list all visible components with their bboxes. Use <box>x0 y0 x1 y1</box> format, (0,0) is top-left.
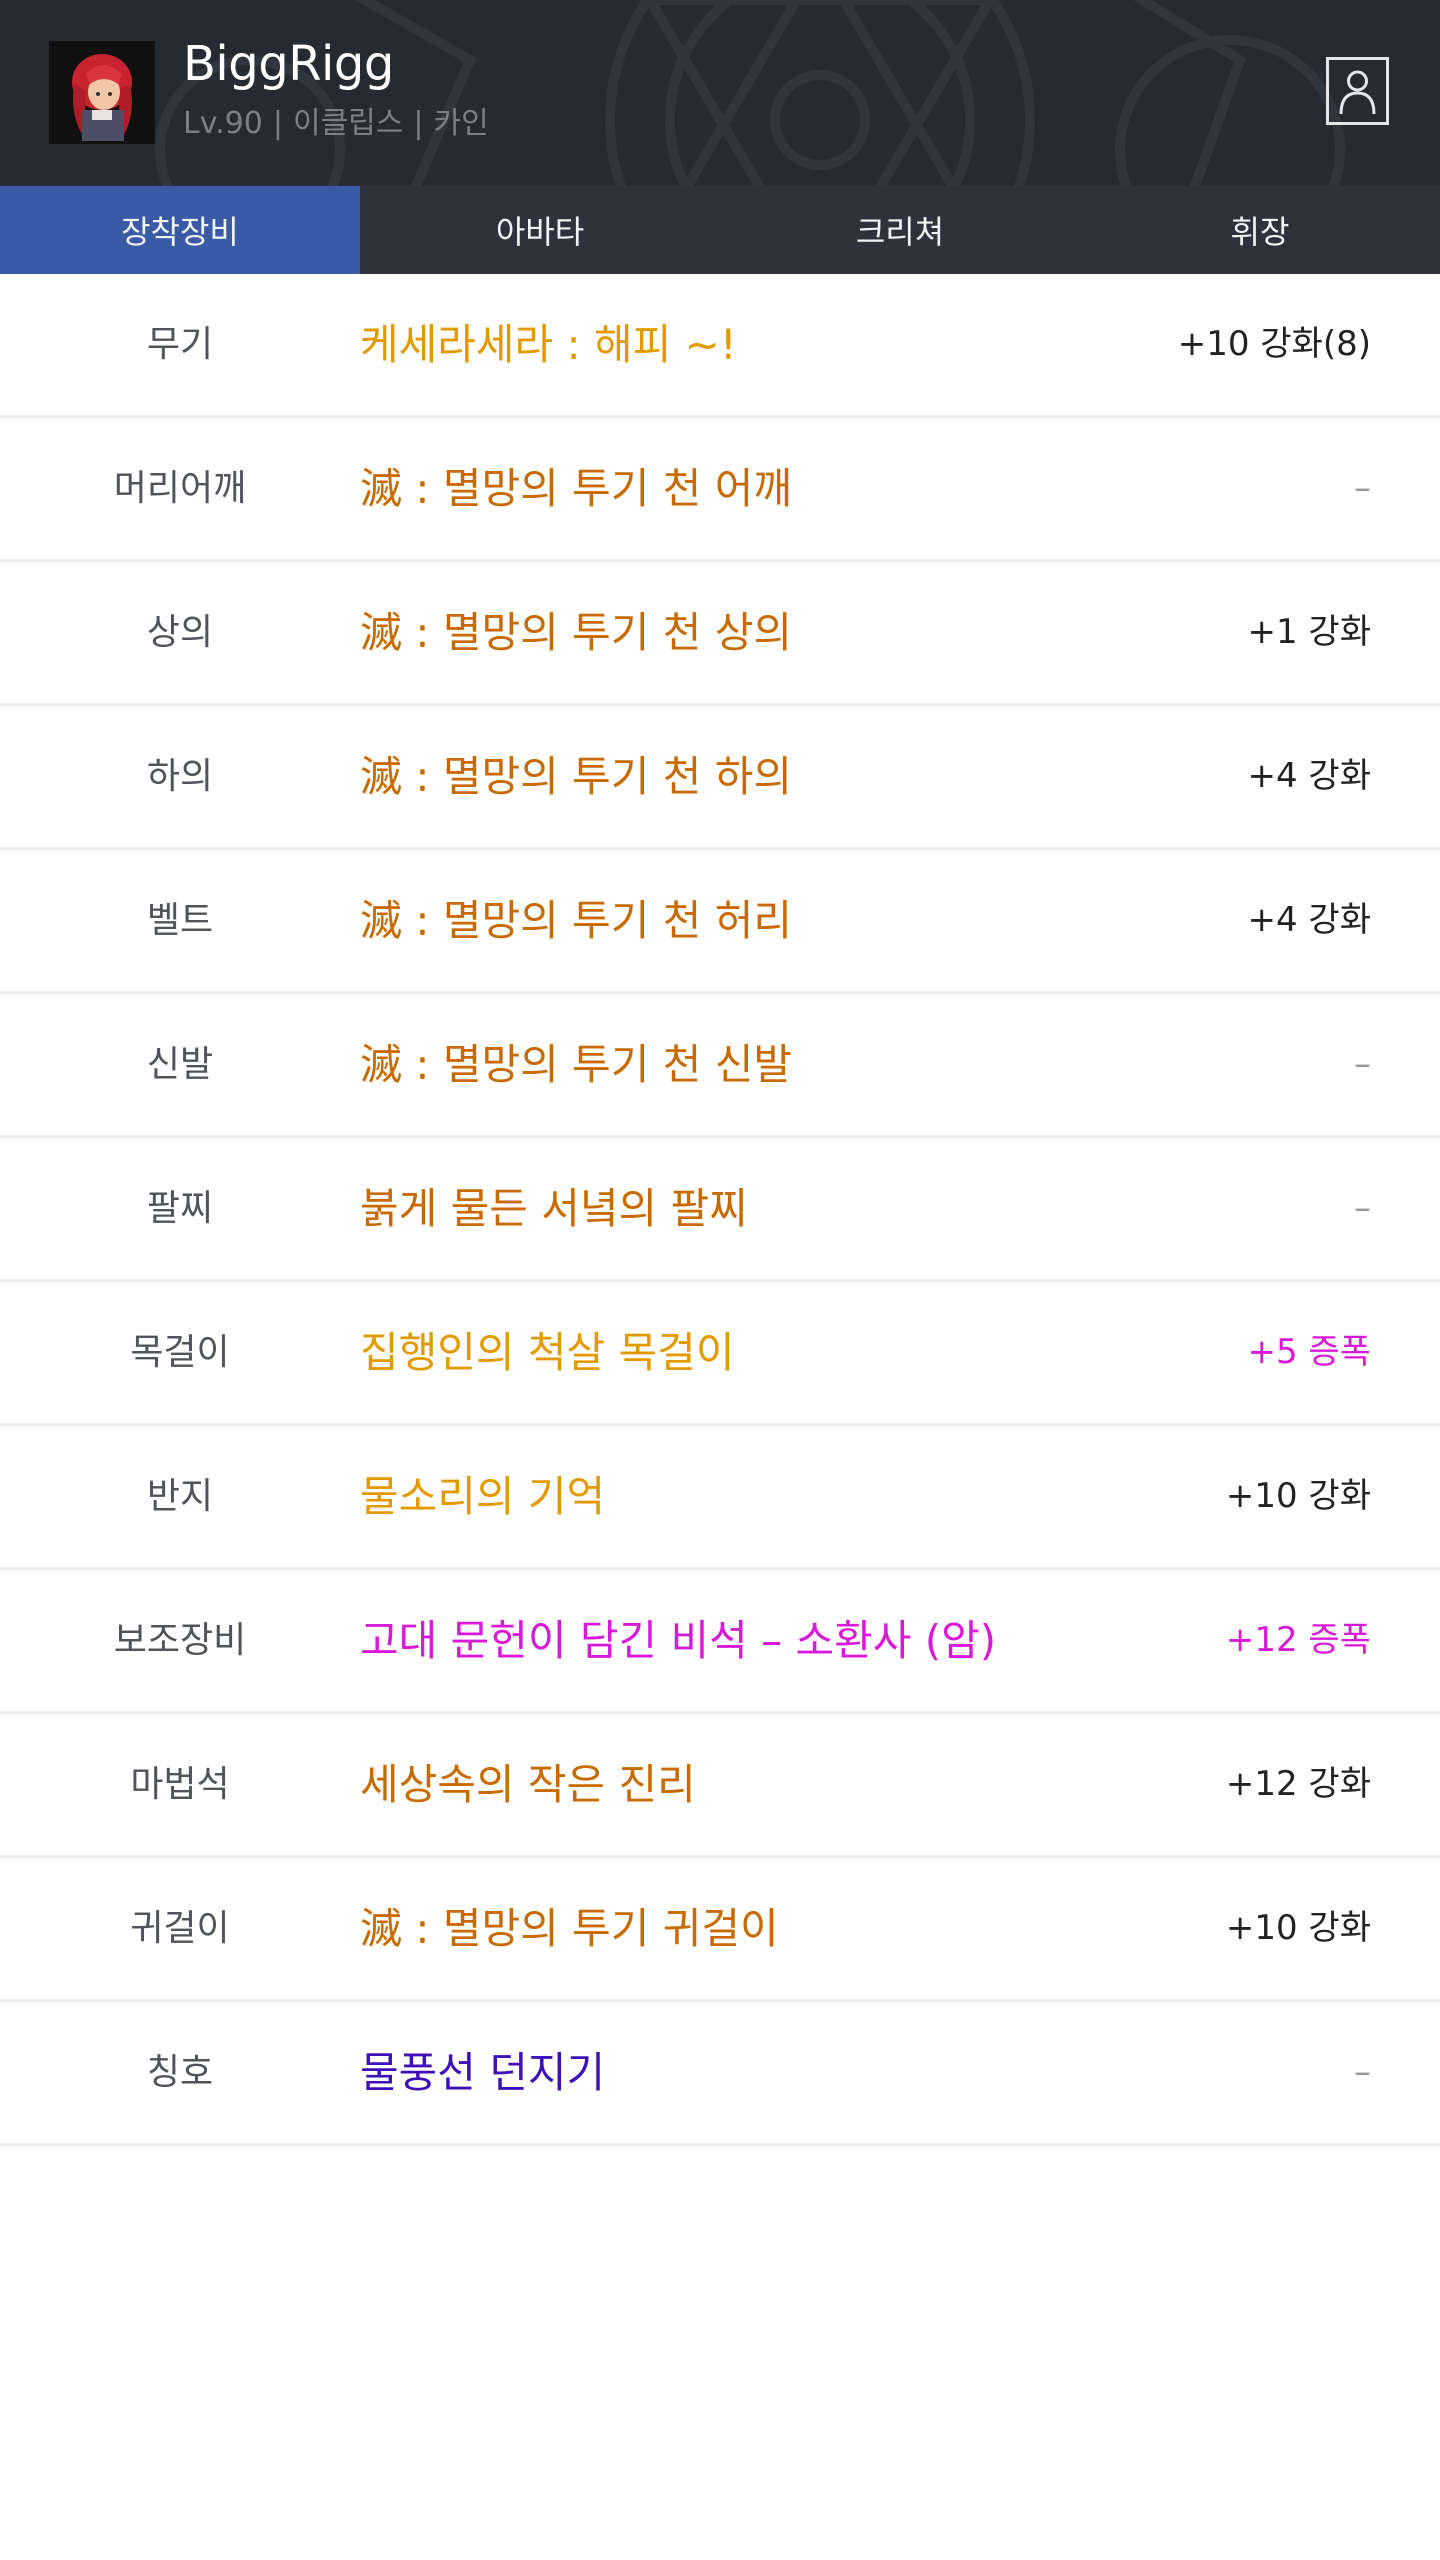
item-name[interactable]: 집행인의 척살 목걸이 <box>360 1282 734 1423</box>
item-name[interactable]: 滅 : 멸망의 투기 천 상의 <box>360 562 792 703</box>
enhancement-value: +4 강화 <box>1247 756 1372 796</box>
info-separator: | <box>413 106 424 141</box>
slot-label: 상의 <box>146 612 214 653</box>
slot-label: 벨트 <box>146 900 214 941</box>
enhancement-value: +10 강화 <box>1225 1476 1371 1516</box>
slot-label: 귀걸이 <box>130 1908 230 1949</box>
info-separator: | <box>272 106 283 141</box>
character-header: BiggRigg Lv.90 | 이클립스 | 카인 <box>0 0 1440 186</box>
item-name[interactable]: 물풍선 던지기 <box>360 2002 605 2143</box>
profile-button[interactable] <box>1326 57 1389 125</box>
slot-label: 반지 <box>146 1476 214 1517</box>
item-name[interactable]: 滅 : 멸망의 투기 천 허리 <box>360 850 792 991</box>
item-name[interactable]: 滅 : 멸망의 투기 귀걸이 <box>360 1858 779 1999</box>
slot-label: 보조장비 <box>113 1620 247 1661</box>
equipment-row-shoes[interactable]: 신발 滅 : 멸망의 투기 천 신발 – <box>0 994 1440 1138</box>
equipment-row-earring[interactable]: 귀걸이 滅 : 멸망의 투기 귀걸이 +10 강화 <box>0 1858 1440 2002</box>
enhancement-value: – <box>1354 468 1371 508</box>
enhancement-value: +4 강화 <box>1247 900 1372 940</box>
slot-label: 머리어깨 <box>113 468 247 509</box>
enhancement-value: +1 강화 <box>1247 612 1372 652</box>
slot-label: 하의 <box>146 756 214 797</box>
item-name[interactable]: 滅 : 멸망의 투기 천 하의 <box>360 706 792 847</box>
enhancement-value: – <box>1354 1044 1371 1084</box>
equipment-row-magic-stone[interactable]: 마법석 세상속의 작은 진리 +12 강화 <box>0 1714 1440 1858</box>
enhancement-value: +10 강화(8) <box>1177 324 1371 364</box>
character-info: Lv.90 | 이클립스 | 카인 <box>183 104 489 144</box>
character-level: Lv.90 <box>183 106 263 141</box>
enhancement-value: +5 증폭 <box>1247 1332 1372 1372</box>
item-name[interactable]: 滅 : 멸망의 투기 천 어깨 <box>360 418 792 559</box>
tab-emblem[interactable]: 휘장 <box>1080 186 1440 274</box>
character-server: 카인 <box>433 106 489 141</box>
item-name[interactable]: 케세라세라 : 해피 ~! <box>360 274 737 415</box>
slot-label: 목걸이 <box>130 1332 230 1373</box>
enhancement-value: +12 증폭 <box>1225 1620 1371 1660</box>
equipment-tabs: 장착장비 아바타 크리쳐 휘장 <box>0 186 1440 274</box>
enhancement-value: – <box>1354 2052 1371 2092</box>
equipment-row-weapon[interactable]: 무기 케세라세라 : 해피 ~! +10 강화(8) <box>0 274 1440 418</box>
equipment-row-shoulder[interactable]: 머리어깨 滅 : 멸망의 투기 천 어깨 – <box>0 418 1440 562</box>
tab-equipment[interactable]: 장착장비 <box>0 186 360 274</box>
slot-label: 팔찌 <box>146 1188 214 1229</box>
character-name: BiggRigg <box>183 36 394 92</box>
item-name[interactable]: 고대 문헌이 담긴 비석 – 소환사 (암) <box>360 1570 996 1711</box>
equipment-row-support[interactable]: 보조장비 고대 문헌이 담긴 비석 – 소환사 (암) +12 증폭 <box>0 1570 1440 1714</box>
item-name[interactable]: 물소리의 기억 <box>360 1426 605 1567</box>
character-class: 이클립스 <box>292 106 404 141</box>
equipment-row-belt[interactable]: 벨트 滅 : 멸망의 투기 천 허리 +4 강화 <box>0 850 1440 994</box>
enhancement-value: +10 강화 <box>1225 1908 1371 1948</box>
item-name[interactable]: 붉게 물든 서녘의 팔찌 <box>360 1138 748 1279</box>
equipment-row-title[interactable]: 칭호 물풍선 던지기 – <box>0 2002 1440 2146</box>
equipment-row-bottom[interactable]: 하의 滅 : 멸망의 투기 천 하의 +4 강화 <box>0 706 1440 850</box>
slot-label: 무기 <box>146 324 214 365</box>
character-avatar[interactable] <box>49 41 155 144</box>
slot-label: 마법석 <box>130 1764 230 1805</box>
character-portrait-icon <box>52 44 152 141</box>
equipment-row-ring[interactable]: 반지 물소리의 기억 +10 강화 <box>0 1426 1440 1570</box>
slot-label: 신발 <box>146 1044 214 1085</box>
slot-label: 칭호 <box>146 2052 214 2093</box>
item-name[interactable]: 滅 : 멸망의 투기 천 신발 <box>360 994 792 1135</box>
enhancement-value: – <box>1354 1188 1371 1228</box>
equipment-row-top[interactable]: 상의 滅 : 멸망의 투기 천 상의 +1 강화 <box>0 562 1440 706</box>
enhancement-value: +12 강화 <box>1225 1764 1371 1804</box>
equipment-list: 무기 케세라세라 : 해피 ~! +10 강화(8) 머리어깨 滅 : 멸망의 … <box>0 274 1440 2146</box>
person-outline-icon <box>1339 70 1376 115</box>
tab-avatar[interactable]: 아바타 <box>360 186 720 274</box>
item-name[interactable]: 세상속의 작은 진리 <box>360 1714 696 1855</box>
tab-creature[interactable]: 크리쳐 <box>720 186 1080 274</box>
equipment-row-bracelet[interactable]: 팔찌 붉게 물든 서녘의 팔찌 – <box>0 1138 1440 1282</box>
equipment-row-necklace[interactable]: 목걸이 집행인의 척살 목걸이 +5 증폭 <box>0 1282 1440 1426</box>
